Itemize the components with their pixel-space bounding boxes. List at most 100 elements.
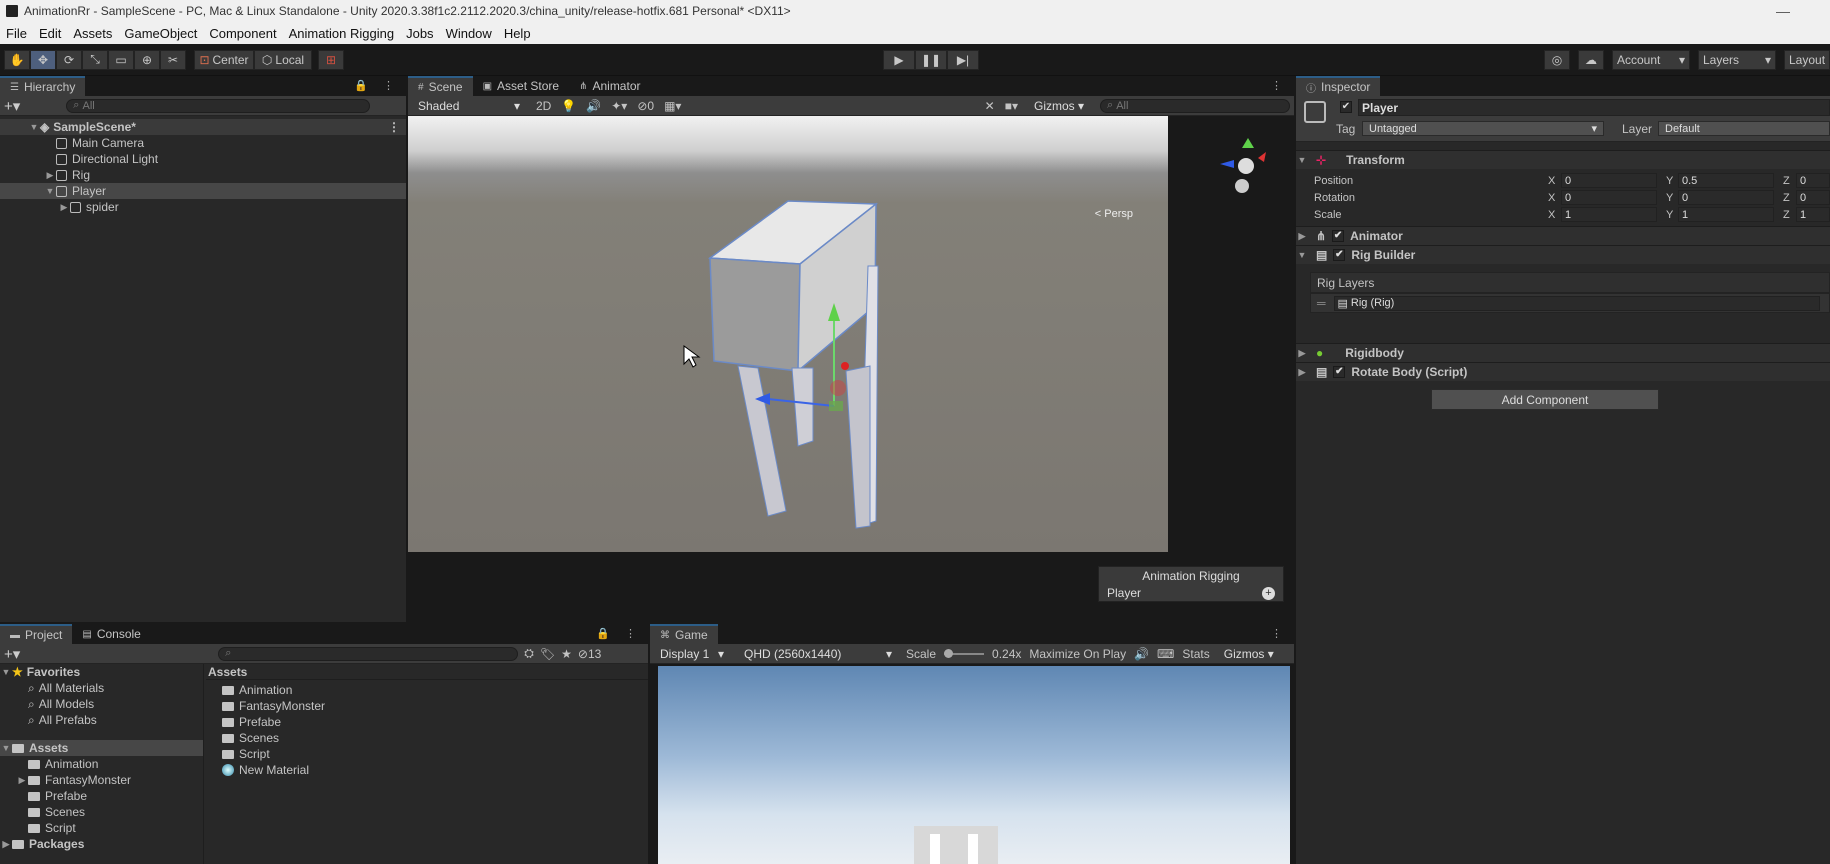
list-item[interactable]: ▶ Rig [0, 167, 406, 183]
layout-dropdown[interactable]: Layout [1784, 49, 1830, 70]
breadcrumb[interactable]: Assets [206, 664, 648, 680]
object-name-input[interactable]: Player [1358, 99, 1830, 116]
layers-dropdown[interactable]: Layers ▾ [1698, 49, 1776, 70]
audio-icon[interactable]: 🔊 [586, 99, 601, 113]
tools-icon[interactable]: ✕ [985, 99, 995, 113]
menu-help[interactable]: Help [498, 26, 537, 41]
rotate-body-component-header[interactable]: ▶ ▤ ✔ Rotate Body (Script) [1296, 362, 1830, 381]
list-item[interactable]: Script [0, 820, 203, 836]
hand-tool-icon[interactable]: ✋ [4, 49, 30, 70]
persp-label[interactable]: < Persp [1095, 208, 1133, 220]
rig-builder-component-header[interactable]: ▼ ▤ ✔ Rig Builder [1296, 245, 1830, 264]
list-item[interactable]: Directional Light [0, 151, 406, 167]
panel-menu-icon[interactable]: 🔒 ⋮ [596, 627, 642, 640]
tab-project[interactable]: ▬ Project [0, 624, 73, 644]
play-button[interactable]: ▶ [883, 49, 915, 70]
list-item[interactable]: New Material [206, 762, 648, 778]
scale-slider[interactable] [944, 648, 985, 658]
expand-arrow-icon[interactable]: ▶ [58, 202, 70, 213]
hierarchy-search-input[interactable]: ⌕ All [66, 98, 371, 113]
list-item[interactable]: ⌕ All Models [0, 696, 203, 712]
rotation-z-field[interactable]: 0 [1796, 190, 1830, 205]
scene-search-input[interactable]: ⌕ All [1100, 98, 1290, 113]
favorite-star-icon[interactable]: ★ [561, 647, 572, 661]
tab-hierarchy[interactable]: ☰ Hierarchy [0, 76, 86, 96]
rig-layer-field[interactable]: ▤ Rig (Rig) [1333, 295, 1820, 311]
grid-toggle-icon[interactable]: ▦▾ [664, 99, 681, 113]
add-component-button[interactable]: Add Component [1431, 389, 1659, 410]
favorites-row[interactable]: ▼ ★ Favorites [0, 664, 203, 680]
drag-handle-icon[interactable]: ═ [1317, 296, 1326, 310]
expand-arrow-icon[interactable]: ▼ [1296, 250, 1308, 260]
active-checkbox[interactable]: ✔ [1340, 101, 1352, 113]
rig-layers-header[interactable]: Rig Layers [1310, 272, 1830, 293]
list-item[interactable]: Script [206, 746, 648, 762]
tab-animator[interactable]: ⋔ Animator [569, 76, 650, 96]
rotation-x-field[interactable]: 0 [1561, 190, 1657, 205]
keyboard-icon[interactable]: ⌨ [1157, 647, 1174, 661]
transform-tool-icon[interactable]: ⊕ [134, 49, 160, 70]
rotation-y-field[interactable]: 0 [1678, 190, 1774, 205]
tab-scene[interactable]: # Scene [408, 76, 473, 96]
tag-dropdown[interactable]: Untagged ▾ [1362, 121, 1604, 136]
menu-component[interactable]: Component [203, 26, 282, 41]
filter-type-icon[interactable]: ⛭ [524, 646, 534, 661]
expand-arrow-icon[interactable]: ▶ [44, 170, 56, 181]
maximize-on-play-toggle[interactable]: Maximize On Play [1029, 647, 1126, 661]
expand-arrow-icon[interactable]: ▼ [0, 743, 12, 753]
orientation-gizmo[interactable] [1220, 138, 1266, 193]
menu-jobs[interactable]: Jobs [400, 26, 439, 41]
project-search-input[interactable]: ⌕ [218, 646, 519, 661]
list-item[interactable]: ▼ Player [0, 183, 406, 199]
pivot-space-button[interactable]: ⬡ Local [254, 49, 312, 70]
list-item[interactable]: ⌕ All Materials [0, 680, 203, 696]
expand-arrow-icon[interactable]: ▼ [44, 186, 56, 196]
tab-asset-store[interactable]: ▣ Asset Store [473, 76, 569, 96]
expand-arrow-icon[interactable]: ▶ [1296, 348, 1308, 359]
tab-game[interactable]: ⌘ Game [650, 624, 718, 644]
rigidbody-component-header[interactable]: ▶ ● Rigidbody [1296, 343, 1830, 362]
scale-tool-icon[interactable]: ⤡ [82, 49, 108, 70]
hidden-objects-icon[interactable]: ⊘0 [637, 99, 654, 113]
list-item[interactable]: Prefabe [0, 788, 203, 804]
menu-animation-rigging[interactable]: Animation Rigging [283, 26, 401, 41]
scene-root-row[interactable]: ▼ ◈ SampleScene* ⋮ [0, 119, 406, 135]
minimize-icon[interactable]: — [1776, 3, 1790, 19]
expand-arrow-icon[interactable]: ▶ [0, 839, 12, 850]
rig-builder-enabled-checkbox[interactable]: ✔ [1333, 249, 1346, 261]
pivot-center-button[interactable]: ⊡ Center [194, 49, 254, 70]
expand-arrow-icon[interactable]: ▼ [28, 122, 40, 132]
expand-arrow-icon[interactable]: ▶ [1296, 231, 1308, 242]
tab-console[interactable]: ▤ Console [72, 624, 150, 644]
panel-menu-icon[interactable]: 🔒 ⋮ [354, 79, 400, 92]
display-dropdown[interactable]: Display 1 ▾ [654, 645, 730, 662]
add-icon[interactable]: +▾ [4, 97, 20, 115]
move-tool-icon[interactable]: ✥ [30, 49, 56, 70]
mute-audio-icon[interactable]: 🔊 [1134, 647, 1149, 661]
resolution-dropdown[interactable]: QHD (2560x1440) ▾ [738, 645, 898, 662]
menu-file[interactable]: File [0, 26, 33, 41]
menu-gameobject[interactable]: GameObject [118, 26, 203, 41]
list-item[interactable]: Main Camera [0, 135, 406, 151]
transform-component-header[interactable]: ▼ ⊹ Transform [1296, 150, 1830, 169]
toggle-2d-button[interactable]: 2D [536, 99, 551, 113]
snap-grid-icon[interactable]: ⊞ [318, 49, 344, 70]
list-item[interactable]: Scenes [206, 730, 648, 746]
camera-icon[interactable]: ■▾ [1005, 99, 1018, 113]
packages-row[interactable]: ▶ Packages [0, 836, 203, 852]
expand-arrow-icon[interactable]: ▼ [1296, 155, 1308, 165]
list-item[interactable]: Scenes [0, 804, 203, 820]
menu-edit[interactable]: Edit [33, 26, 67, 41]
list-item[interactable]: ⌕ All Prefabs [0, 712, 203, 728]
rotate-tool-icon[interactable]: ⟳ [56, 49, 82, 70]
game-viewport[interactable] [658, 666, 1290, 864]
position-x-field[interactable]: 0 [1561, 173, 1657, 188]
scale-x-field[interactable]: 1 [1561, 207, 1657, 222]
expand-arrow-icon[interactable]: ▶ [16, 775, 28, 786]
expand-arrow-icon[interactable]: ▶ [1296, 367, 1308, 378]
game-gizmos-dropdown[interactable]: Gizmos ▾ [1217, 645, 1280, 662]
lighting-icon[interactable]: 💡 [561, 99, 576, 113]
scale-y-field[interactable]: 1 [1678, 207, 1774, 222]
hidden-packages-icon[interactable]: ⊘13 [578, 647, 601, 661]
assets-row[interactable]: ▼ Assets [0, 740, 203, 756]
